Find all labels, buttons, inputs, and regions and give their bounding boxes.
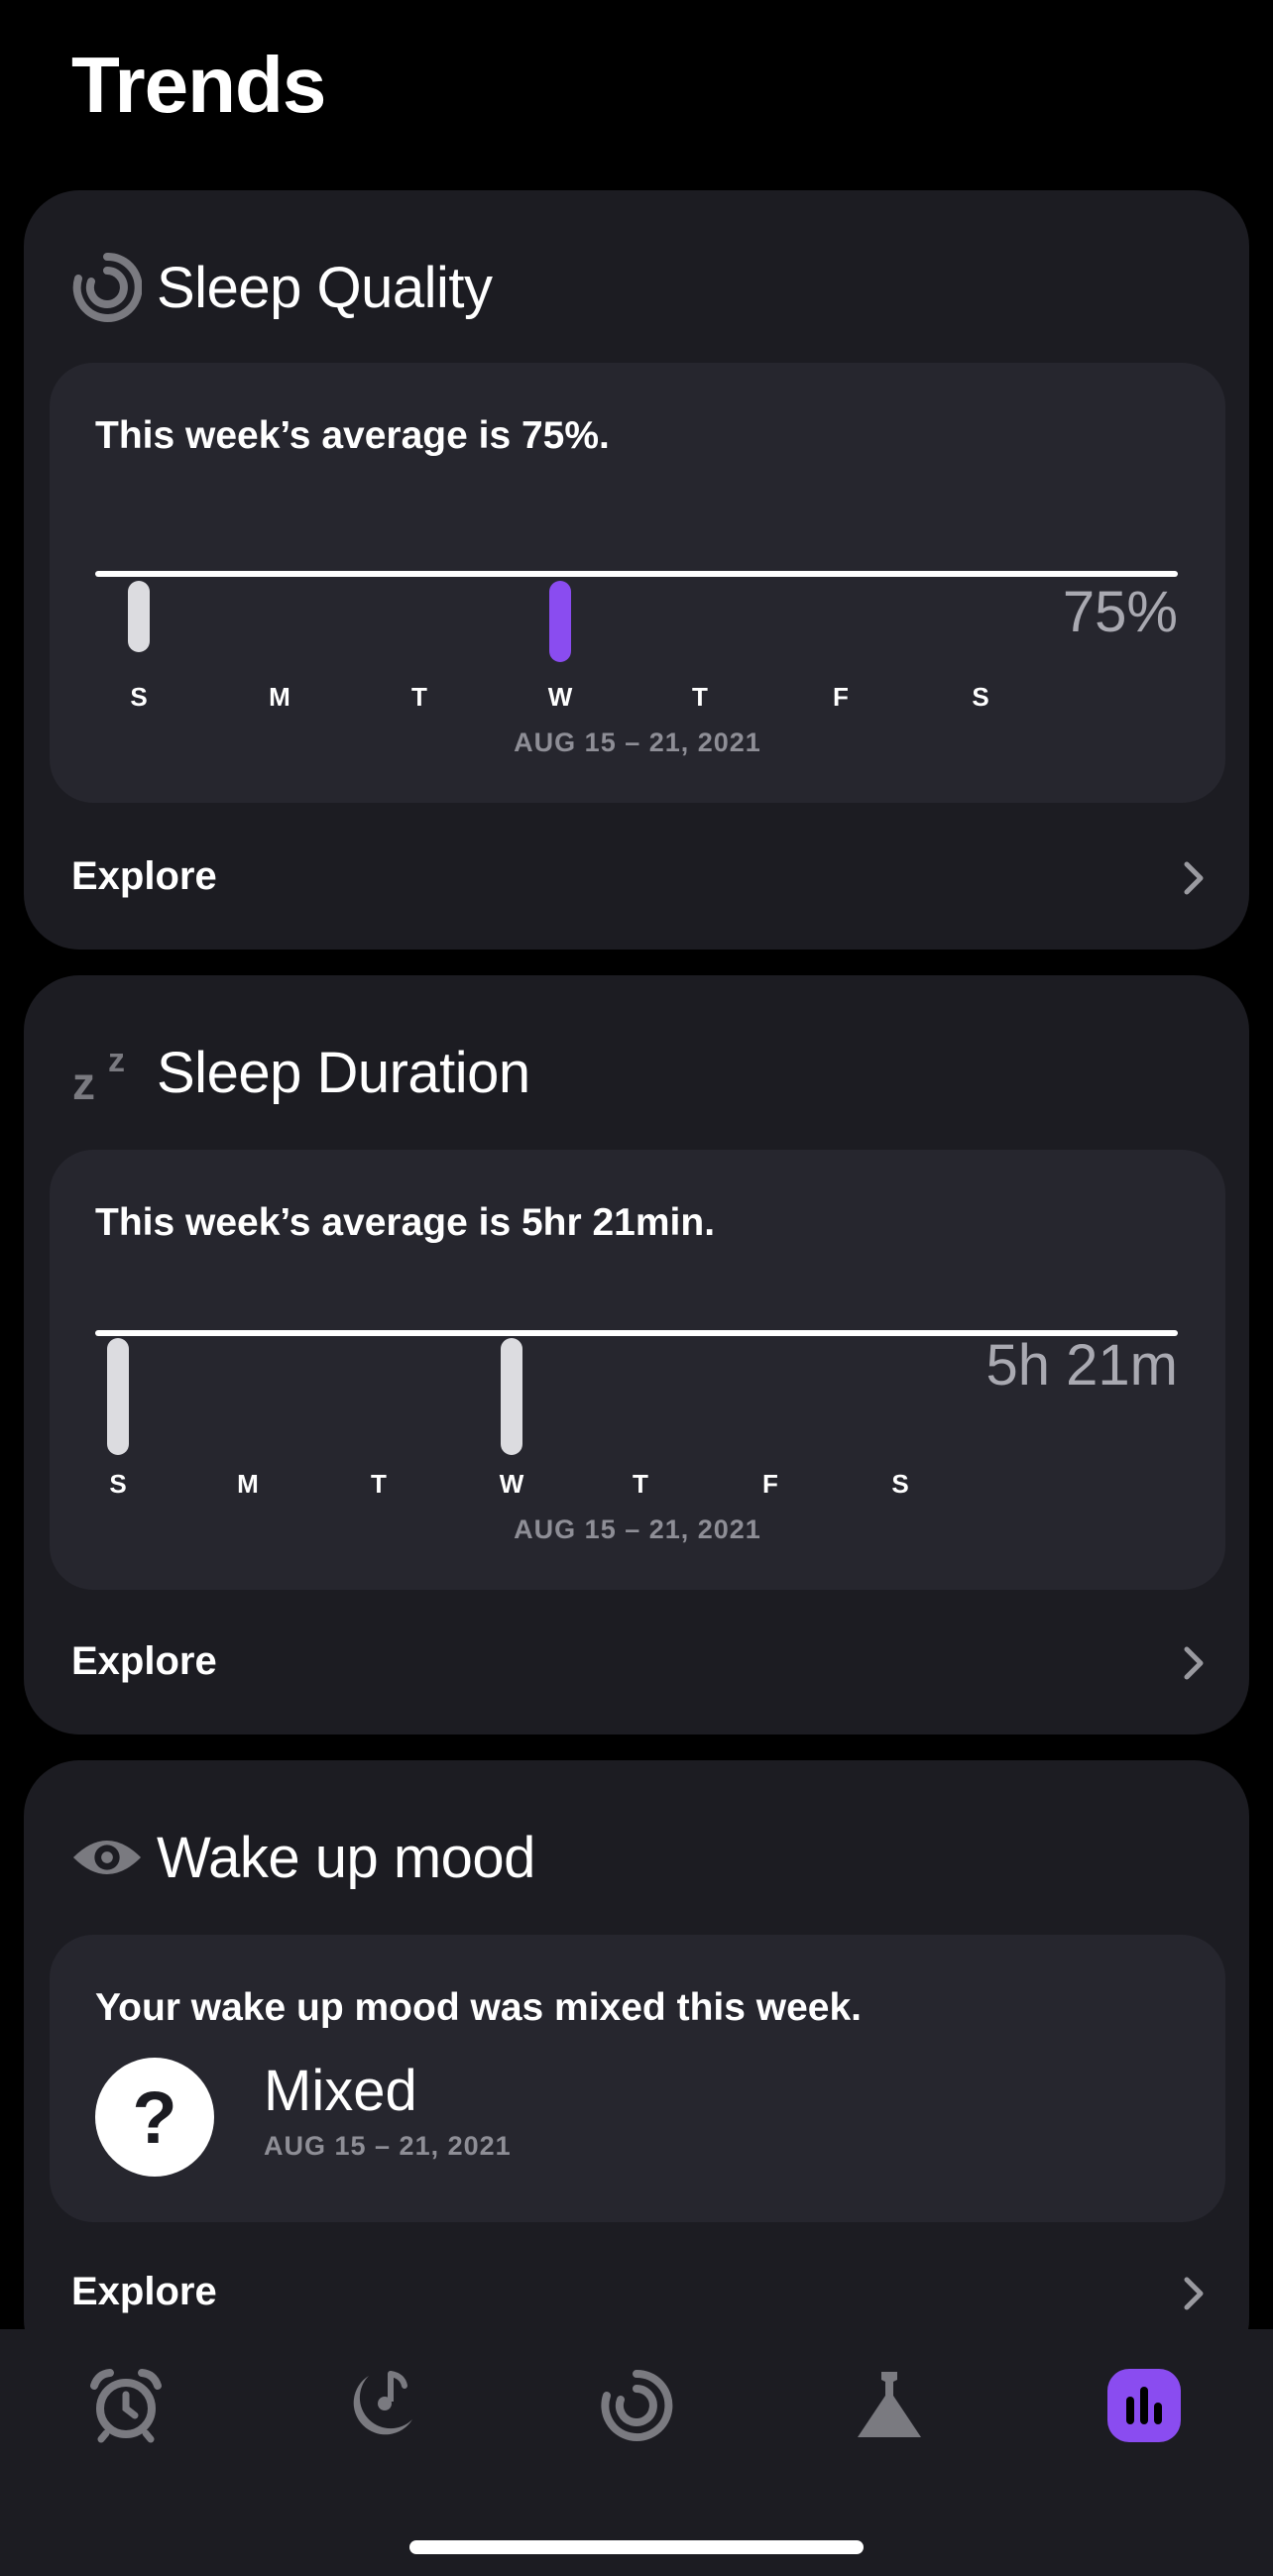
sleep-quality-value: 75% bbox=[1062, 580, 1178, 644]
flask-icon bbox=[858, 2372, 921, 2437]
sleep-duration-header: z z Sleep Duration bbox=[71, 1033, 530, 1112]
tab-sounds[interactable] bbox=[334, 2361, 423, 2450]
svg-text:z: z bbox=[108, 1042, 125, 1079]
day-label: M bbox=[269, 682, 290, 712]
tab-trends[interactable] bbox=[1107, 2369, 1181, 2442]
tab-alarm[interactable] bbox=[81, 2361, 171, 2450]
tab-sleep[interactable] bbox=[592, 2361, 681, 2450]
date-range: AUG 15 – 21, 2021 bbox=[264, 2131, 512, 2161]
question-mark-icon: ? bbox=[95, 2058, 214, 2177]
wake-mood-card: Wake up mood Your wake up mood was mixed… bbox=[24, 1760, 1249, 2375]
day-label: T bbox=[692, 682, 708, 712]
home-indicator[interactable] bbox=[409, 2540, 864, 2554]
sleep-quality-header: Sleep Quality bbox=[71, 248, 493, 327]
mood-label: Mixed bbox=[264, 2059, 417, 2123]
sleep-duration-summary: This week’s average is 5hr 21min. bbox=[95, 1201, 716, 1244]
bar-sunday bbox=[107, 1338, 129, 1455]
bar-wednesday bbox=[549, 581, 571, 662]
day-label: S bbox=[972, 682, 989, 712]
eye-icon bbox=[71, 1822, 143, 1893]
chevron-right-icon[interactable] bbox=[1174, 858, 1214, 898]
wake-mood-header: Wake up mood bbox=[71, 1818, 535, 1897]
sleep-duration-card: z z Sleep Duration This week’s average i… bbox=[24, 975, 1249, 1735]
sleep-quality-card: Sleep Quality This week’s average is 75%… bbox=[24, 190, 1249, 950]
wake-mood-summary: Your wake up mood was mixed this week. bbox=[95, 1986, 862, 2029]
sleep-quality-explore-link[interactable]: Explore bbox=[71, 854, 217, 899]
moon-music-icon bbox=[353, 2371, 412, 2435]
date-range: AUG 15 – 21, 2021 bbox=[514, 728, 761, 757]
bar-sunday bbox=[128, 581, 150, 652]
sleep-duration-explore-link[interactable]: Explore bbox=[71, 1639, 217, 1684]
sleep-duration-chart[interactable]: This week’s average is 5hr 21min. 5h 21m… bbox=[50, 1150, 1225, 1590]
sleep-quality-chart[interactable]: This week’s average is 75%. 75% S M T W … bbox=[50, 363, 1225, 803]
day-label: W bbox=[547, 682, 573, 712]
sleep-quality-summary: This week’s average is 75%. bbox=[95, 414, 610, 457]
bar-chart-icon bbox=[1126, 2387, 1162, 2424]
alarm-clock-icon bbox=[90, 2369, 162, 2443]
sleep-duration-title: Sleep Duration bbox=[157, 1040, 530, 1105]
day-label: F bbox=[833, 682, 849, 712]
zzz-icon: z z bbox=[71, 1037, 143, 1108]
tab-lab[interactable] bbox=[845, 2361, 934, 2450]
day-label: S bbox=[891, 1469, 909, 1499]
svg-text:z: z bbox=[72, 1058, 95, 1107]
bar-wednesday bbox=[501, 1338, 522, 1455]
day-label: M bbox=[237, 1469, 259, 1499]
chart-baseline bbox=[95, 571, 1178, 577]
wake-mood-explore-link[interactable]: Explore bbox=[71, 2270, 217, 2314]
date-range: AUG 15 – 21, 2021 bbox=[514, 1514, 761, 1544]
day-label: S bbox=[109, 1469, 127, 1499]
sleep-quality-title: Sleep Quality bbox=[157, 255, 493, 320]
day-label: T bbox=[411, 682, 427, 712]
day-label: S bbox=[130, 682, 148, 712]
wake-mood-panel[interactable]: Your wake up mood was mixed this week. ?… bbox=[50, 1935, 1225, 2222]
page-title: Trends bbox=[71, 41, 326, 129]
day-label: F bbox=[762, 1469, 778, 1499]
wake-mood-title: Wake up mood bbox=[157, 1825, 535, 1890]
sleep-duration-value: 5h 21m bbox=[985, 1333, 1178, 1398]
chevron-right-icon[interactable] bbox=[1174, 2274, 1214, 2313]
sleep-quality-ring-icon bbox=[71, 252, 143, 323]
sleep-ring-icon bbox=[601, 2369, 673, 2441]
day-label: T bbox=[633, 1469, 648, 1499]
chevron-right-icon[interactable] bbox=[1174, 1643, 1214, 1683]
tab-bar bbox=[0, 2329, 1273, 2576]
day-label: W bbox=[499, 1469, 524, 1499]
day-label: T bbox=[371, 1469, 387, 1499]
